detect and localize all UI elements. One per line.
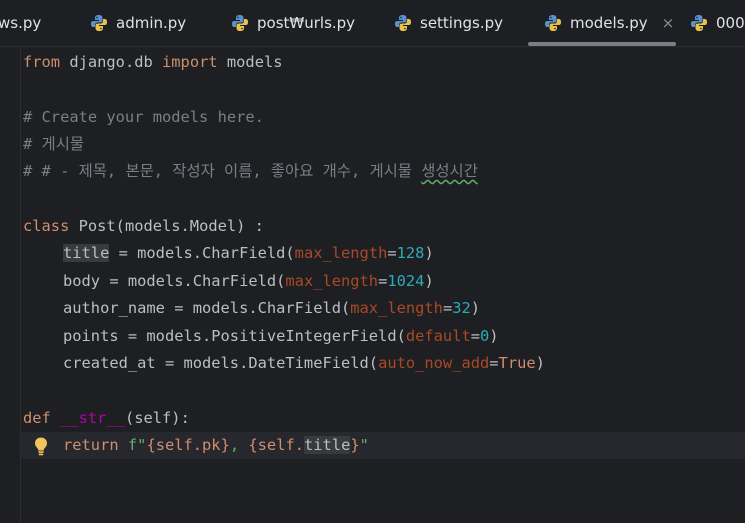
code-line-9: body = models.CharField(max_length=1024) [63,272,434,290]
code-line-14: def __str__(self): [23,409,190,427]
close-tab-icon[interactable]: × [662,14,675,32]
tab-views[interactable]: ws.py [0,0,41,46]
tab-label: models.py [570,14,648,32]
editor-tab-bar: ws.py admin.py post₩urls.py settings.py [0,0,745,47]
python-file-icon [691,15,707,31]
code-line-10: author_name = models.CharField(max_lengt… [63,299,481,317]
tab-label: admin.py [116,14,187,32]
python-file-icon [232,15,248,31]
code-line-1: from django.db import models [23,53,283,71]
code-line-11: points = models.PositiveIntegerField(def… [63,327,499,345]
lightbulb-icon[interactable] [32,436,50,458]
tab-label: settings.py [420,14,503,32]
python-file-icon [395,15,411,31]
active-tab-indicator [528,42,676,46]
python-file-icon [545,15,561,31]
typo-squiggle: 생성시간 [421,162,478,180]
tab-settings[interactable]: settings.py [394,0,503,46]
tab-post-urls[interactable]: post₩urls.py [231,0,355,46]
code-line-12: created_at = models.DateTimeField(auto_n… [63,354,545,372]
editor-gutter [0,47,21,523]
code-editor[interactable]: from django.db import models # Create yo… [21,47,745,523]
tab-label: ws.py [0,14,42,32]
code-line-5: # # - 제목, 본문, 작성자 이름, 좋아요 개수, 게시물 생성시간 [23,162,478,180]
code-line-7: class Post(models.Model) : [23,217,264,235]
python-file-icon [91,15,107,31]
code-line-15-current: return f"{self.pk}, {self.title}" [21,432,745,459]
tab-models[interactable]: models.py × [528,0,676,46]
code-line-8: title = models.CharField(max_length=128) [63,244,434,262]
tab-0001[interactable]: 0001 [690,0,745,46]
code-line-4: # 게시물 [23,135,85,153]
tab-admin[interactable]: admin.py [90,0,186,46]
code-line-3: # Create your models here. [23,108,264,126]
tab-label: 0001 [716,14,745,32]
tab-label: post₩urls.py [257,14,356,32]
